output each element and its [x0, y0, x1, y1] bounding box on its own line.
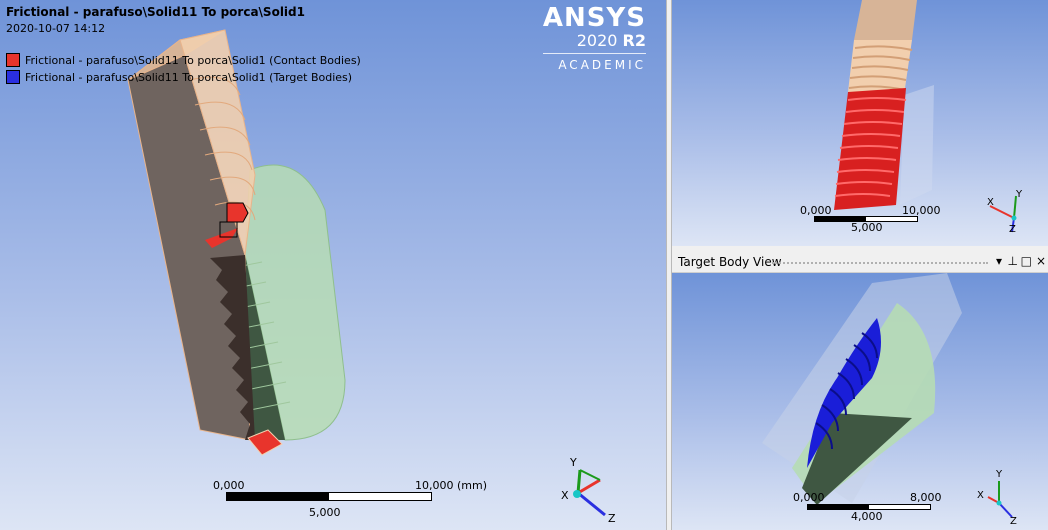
target-model-render[interactable]	[672, 273, 1048, 530]
triad-y-label: Y	[570, 456, 577, 469]
contact-triad-z-label: Z	[1009, 224, 1016, 235]
target-triad-y-label: Y	[996, 469, 1003, 480]
contact-body-view[interactable]: 0,000 10,000 5,000 Y X Z	[672, 0, 1048, 246]
target-body-view[interactable]: 0,000 8,000 4,000 Y X Z	[672, 273, 1048, 530]
contact-marker	[226, 202, 249, 223]
contact-triad-y-label: Y	[1016, 189, 1023, 200]
target-scale-left-label: 0,000	[793, 491, 825, 504]
scale-left-label: 0,000	[213, 479, 245, 492]
pin-button[interactable]: ⊥	[1008, 254, 1018, 268]
target-triad-z-label: Z	[1010, 516, 1017, 527]
restore-button[interactable]: □	[1021, 254, 1032, 268]
main-graphics-view[interactable]: Frictional - parafuso\Solid11 To porca\S…	[0, 0, 666, 530]
target-view-title: Target Body View	[678, 255, 782, 269]
legend-swatch-blue	[6, 70, 20, 84]
header-grip[interactable]	[772, 262, 988, 266]
scale-bar	[226, 492, 432, 501]
logo-name: ANSYS	[542, 3, 646, 33]
legend-item-target: Frictional - parafuso\Solid11 To porca\S…	[6, 69, 352, 85]
target-scale-right-label: 8,000	[910, 491, 942, 504]
contact-scale-mid-label: 5,000	[851, 221, 883, 234]
logo-edition: ACADEMIC	[542, 53, 646, 72]
triad-x-label: X	[561, 489, 569, 502]
legend-item-contact: Frictional - parafuso\Solid11 To porca\S…	[6, 52, 361, 68]
ansys-logo: ANSYS 2020 R2 ACADEMIC	[542, 3, 646, 72]
view-title: Frictional - parafuso\Solid11 To porca\S…	[6, 5, 305, 19]
scale-right-label: 10,000 (mm)	[415, 479, 487, 492]
close-button[interactable]: ×	[1036, 254, 1046, 268]
target-scale-mid-label: 4,000	[851, 510, 883, 523]
legend-label: Frictional - parafuso\Solid11 To porca\S…	[25, 70, 353, 84]
legend-swatch-red	[6, 53, 20, 67]
dropdown-button[interactable]: ▾	[996, 254, 1002, 268]
legend-label: Frictional - parafuso\Solid11 To porca\S…	[25, 53, 361, 67]
logo-version: 2020 R2	[576, 31, 646, 50]
target-view-header: Target Body View ▾ ⊥ □ ×	[672, 252, 1048, 273]
contact-triad-x-label: X	[987, 197, 994, 208]
triad-z-label: Z	[608, 512, 616, 525]
scale-mid-label: 5,000	[309, 506, 341, 519]
target-triad-x-label: X	[977, 490, 984, 501]
contact-model-render[interactable]	[672, 0, 1048, 246]
view-date: 2020-10-07 14:12	[6, 22, 106, 35]
